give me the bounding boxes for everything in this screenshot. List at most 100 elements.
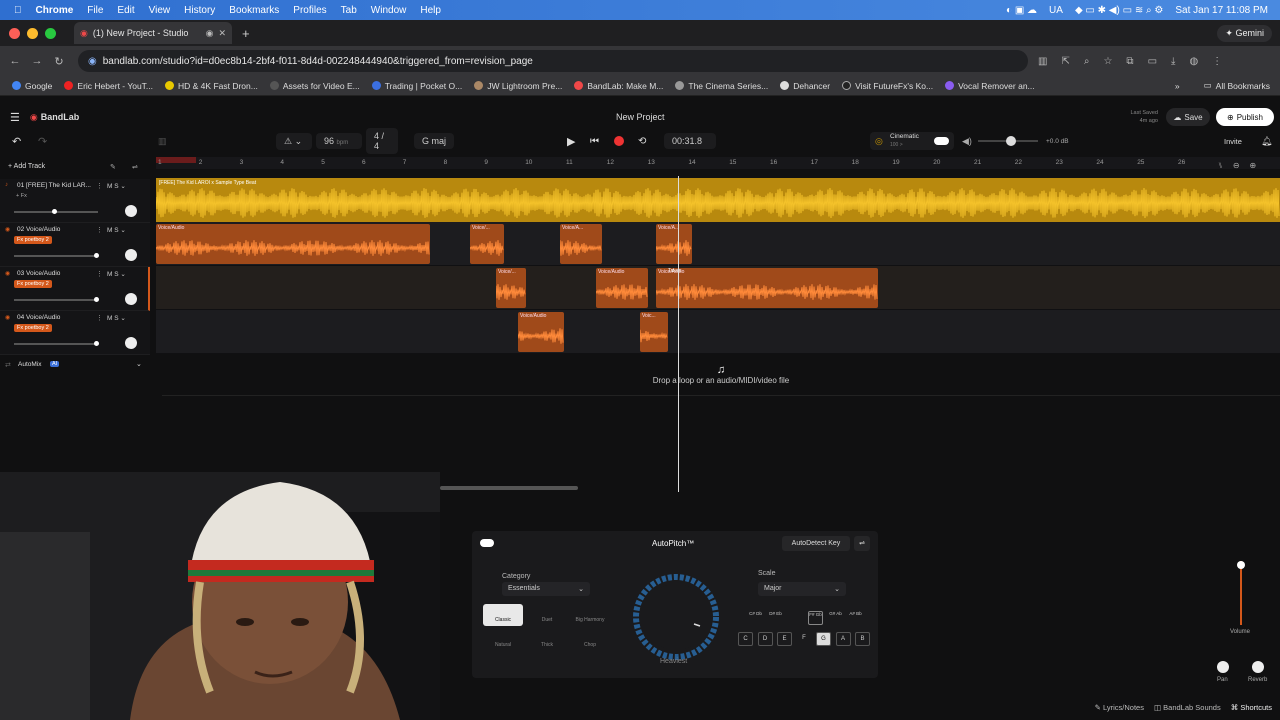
track-pan-knob[interactable] xyxy=(125,249,137,261)
pan-knob[interactable] xyxy=(1217,661,1229,673)
track-name[interactable]: 02 Voice/Audio xyxy=(17,226,60,233)
sharp-key[interactable]: C# Db xyxy=(748,611,763,625)
natural-key[interactable]: B xyxy=(855,632,870,646)
chevron-down-icon[interactable]: ⌄ xyxy=(136,360,142,368)
time-signature[interactable]: 4 / 4 xyxy=(366,128,398,154)
track-fx-badge[interactable]: Fx poetboy 2 xyxy=(14,236,52,244)
track-volume-thumb[interactable] xyxy=(94,297,99,302)
beat-clip[interactable]: [FREE] The Kid LAROI x Sample Type Beat xyxy=(156,178,1280,222)
audio-clip[interactable]: Voic... xyxy=(640,312,668,352)
system-icons[interactable]: ◆ ▭ ✱ ◀) ▭ ≋ ⌕ ⚙ xyxy=(1075,5,1163,16)
track-mute-solo[interactable]: M S ⌄ xyxy=(107,182,126,190)
track-pan-knob[interactable] xyxy=(125,337,137,349)
track-mute-solo[interactable]: M S ⌄ xyxy=(107,226,126,234)
natural-key[interactable]: F xyxy=(797,632,812,646)
lyrics-notes-button[interactable]: ✎ Lyrics/Notes xyxy=(1095,703,1144,712)
audio-clip[interactable]: Voice/Audio xyxy=(156,224,430,264)
hamburger-menu-icon[interactable]: ☰ xyxy=(10,111,20,124)
clock[interactable]: Sat Jan 17 11:08 PM xyxy=(1175,5,1268,16)
lane-3[interactable]: Voice/... Voice/Audio Voice/Audio Takes xyxy=(156,266,1280,310)
gemini-button[interactable]: ✦ Gemini xyxy=(1217,24,1272,42)
strength-knob[interactable] xyxy=(628,569,724,665)
track-mute-solo[interactable]: M S ⌄ xyxy=(107,314,126,322)
audio-clip[interactable]: Voice/Audio xyxy=(596,268,648,308)
apple-icon[interactable]:  xyxy=(14,5,22,16)
audio-clip[interactable]: Voice/Audio xyxy=(656,268,878,308)
record-icon[interactable] xyxy=(614,136,624,146)
beat-lane[interactable]: [FREE] The Kid LAROI x Sample Type Beat xyxy=(156,178,1280,222)
shortcuts-button[interactable]: ⌘ Shortcuts xyxy=(1231,703,1272,712)
status-icons[interactable]: ◐ ▣ ☁ xyxy=(1006,5,1037,16)
track-name[interactable]: 04 Voice/Audio xyxy=(17,314,60,321)
menu-tab[interactable]: Tab xyxy=(341,5,357,16)
all-bookmarks[interactable]: ▭ All Bookmarks xyxy=(1204,80,1270,91)
menu-edit[interactable]: Edit xyxy=(117,5,134,16)
menu-help[interactable]: Help xyxy=(420,5,441,16)
menu-bookmarks[interactable]: Bookmarks xyxy=(229,5,279,16)
track-pan-knob[interactable] xyxy=(125,293,137,305)
natural-key[interactable]: G xyxy=(816,632,831,646)
profile-icon[interactable]: ◍ xyxy=(1189,56,1198,67)
mastering-toggle[interactable] xyxy=(934,137,949,145)
project-title[interactable]: New Project xyxy=(616,112,665,122)
close-window-button[interactable] xyxy=(9,27,20,39)
track-header-4[interactable]: ◉ 04 Voice/Audio Fx poetboy 2 M S ⌄ ⋮ xyxy=(0,311,150,355)
master-volume-thumb[interactable] xyxy=(1006,136,1016,146)
snap-icon[interactable]: ⑊ xyxy=(1218,161,1223,170)
lane-4[interactable]: Voice/Audio Voic... xyxy=(156,310,1280,354)
audio-clip[interactable]: Voice/... xyxy=(496,268,526,308)
share-icon[interactable]: ⇱ xyxy=(1061,56,1069,67)
track-header-3[interactable]: ◉ 03 Voice/Audio Fx poetboy 2 M S ⌄ ⋮ xyxy=(0,267,150,311)
autodetect-key-button[interactable]: AutoDetect Key xyxy=(782,536,850,551)
bandlab-logo[interactable]: BandLab xyxy=(41,112,80,122)
menu-file[interactable]: File xyxy=(87,5,103,16)
track-more-icon[interactable]: ⋮ xyxy=(96,226,103,234)
bookmark-cinema[interactable]: The Cinema Series... xyxy=(675,81,768,91)
track-mute-solo[interactable]: M S ⌄ xyxy=(107,270,126,278)
natural-key[interactable]: D xyxy=(757,632,773,646)
track-more-icon[interactable]: ⋮ xyxy=(96,314,103,322)
minimize-window-button[interactable] xyxy=(27,27,38,39)
loop-icon[interactable]: ⟲ xyxy=(638,136,646,147)
play-icon[interactable]: ▶ xyxy=(567,135,575,148)
sharp-key[interactable]: G# Ab xyxy=(828,611,843,625)
track-volume-slider[interactable] xyxy=(14,297,99,302)
bookmark-bandlab[interactable]: BandLab: Make M... xyxy=(574,81,663,91)
site-info-icon[interactable]: ◉ xyxy=(88,56,97,67)
scale-dropdown[interactable]: Major ⌄ xyxy=(758,582,846,596)
track-fx-label[interactable]: + Fx xyxy=(16,193,27,199)
mode-duet[interactable]: Duet xyxy=(527,604,567,626)
zoom-in-icon[interactable]: ⊕ xyxy=(1250,161,1257,170)
skip-back-icon[interactable]: ⏮ xyxy=(590,136,599,147)
master-volume-slider[interactable] xyxy=(978,136,1038,146)
track-name[interactable]: 01 [FREE] The Kid LAR... xyxy=(17,182,91,189)
bookmark-lightroom[interactable]: JW Lightroom Pre... xyxy=(474,81,562,91)
track-fx-badge[interactable]: Fx poetboy 2 xyxy=(14,280,52,288)
bookmark-drone[interactable]: HD & 4K Fast Dron... xyxy=(165,81,258,91)
audio-clip[interactable]: Voice/Audio xyxy=(518,312,564,352)
track-volume-thumb[interactable] xyxy=(52,209,57,214)
zoom-window-button[interactable] xyxy=(45,27,56,39)
undo-icon[interactable]: ↶ xyxy=(12,135,21,148)
track-more-icon[interactable]: ⋮ xyxy=(96,270,103,278)
bookmark-vocal-remover[interactable]: Vocal Remover an... xyxy=(945,81,1035,91)
input-language[interactable]: UA xyxy=(1049,5,1063,16)
reload-icon[interactable]: ↻ xyxy=(48,55,70,68)
publish-button[interactable]: ⊕ Publish xyxy=(1216,108,1274,126)
tempo-input[interactable]: 96 bpm xyxy=(316,133,362,149)
menu-profiles[interactable]: Profiles xyxy=(293,5,326,16)
audio-clip[interactable]: Voice/A... xyxy=(656,224,692,264)
save-button[interactable]: ☁ Save xyxy=(1166,108,1210,126)
reader-icon[interactable]: ▥ xyxy=(1038,56,1047,67)
bandlab-sounds-button[interactable]: ◫ BandLab Sounds xyxy=(1154,703,1221,712)
back-arrow-icon[interactable]: ← xyxy=(4,55,26,67)
track-pan-knob[interactable] xyxy=(125,205,137,217)
track-volume-slider[interactable] xyxy=(14,341,99,346)
cast-icon[interactable]: ▭ xyxy=(1148,56,1157,67)
url-bar[interactable]: ◉ bandlab.com/studio?id=d0ec8b14-2bf4-f0… xyxy=(78,50,1028,72)
toggle-panel-icon[interactable]: ▥ xyxy=(158,136,167,147)
audio-clip[interactable]: Voice/A... xyxy=(560,224,602,264)
volume-fader-thumb[interactable] xyxy=(1237,561,1245,569)
settings-sliders-icon[interactable]: ⇌ xyxy=(854,536,870,551)
zoom-out-icon[interactable]: ⊖ xyxy=(1233,161,1240,170)
